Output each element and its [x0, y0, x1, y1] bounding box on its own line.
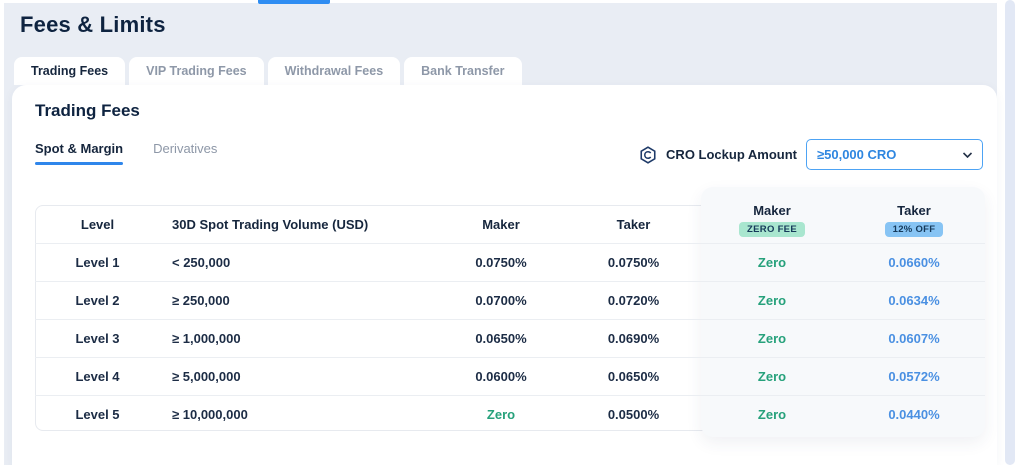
table-header-row: Level 30D Spot Trading Volume (USD) Make… [35, 203, 985, 243]
table-row: Level 1 < 250,000 0.0750% 0.0750% Zero 0… [35, 243, 985, 281]
cell-maker: Zero [486, 407, 516, 422]
trading-fees-card: Trading Fees Spot & Margin Derivatives C… [12, 85, 997, 465]
cro-hexagon-icon [639, 145, 657, 164]
cell-taker: 0.0500% [607, 407, 660, 422]
subtab-derivatives[interactable]: Derivatives [153, 141, 217, 165]
discount-badge: 12% OFF [884, 221, 944, 238]
cell-lockup-taker: 0.0572% [888, 369, 940, 384]
cell-volume: ≥ 10,000,000 [172, 407, 248, 422]
top-tab-indicator [258, 0, 330, 4]
cell-lockup-taker: 0.0660% [888, 255, 940, 270]
table-grid: Level 30D Spot Trading Volume (USD) Make… [35, 203, 985, 433]
table-row: Level 2 ≥ 250,000 0.0700% 0.0720% Zero 0… [35, 281, 985, 319]
cell-lockup-maker: Zero [757, 331, 787, 346]
header-level: Level [80, 216, 115, 232]
cro-lockup-selected-value: ≥50,000 CRO [817, 147, 897, 162]
cell-maker: 0.0650% [475, 331, 527, 346]
tab-vip-trading-fees[interactable]: VIP Trading Fees [129, 57, 264, 85]
cell-lockup-taker: 0.0634% [888, 293, 940, 308]
cell-maker: 0.0600% [475, 369, 527, 384]
cell-lockup-taker: 0.0440% [888, 407, 940, 422]
market-subtabs: Spot & Margin Derivatives [35, 141, 217, 165]
card-heading: Trading Fees [35, 101, 140, 120]
cell-taker: 0.0690% [607, 331, 660, 346]
cell-volume: ≥ 1,000,000 [172, 331, 241, 346]
cell-taker: 0.0650% [607, 369, 660, 384]
cell-taker: 0.0720% [607, 293, 660, 308]
tab-bank-transfer[interactable]: Bank Transfer [404, 57, 522, 85]
table-row: Level 4 ≥ 5,000,000 0.0600% 0.0650% Zero… [35, 357, 985, 395]
cell-taker: 0.0750% [607, 255, 660, 270]
chevron-down-icon [963, 151, 972, 158]
lockup-taker-label: Taker [897, 202, 931, 218]
cell-level: Level 4 [75, 369, 120, 384]
cell-lockup-maker: Zero [757, 293, 787, 308]
cell-maker: 0.0700% [475, 293, 527, 308]
cell-level: Level 3 [75, 331, 120, 346]
cell-maker: 0.0750% [475, 255, 527, 270]
header-volume: 30D Spot Trading Volume (USD) [172, 216, 369, 232]
header-lockup-maker: Maker ZERO FEE [701, 201, 843, 239]
zero-fee-badge: ZERO FEE [739, 221, 805, 238]
cell-lockup-taker: 0.0607% [888, 331, 940, 346]
header-maker: Maker [482, 216, 520, 232]
cell-level: Level 2 [75, 293, 120, 308]
cell-volume: ≥ 5,000,000 [172, 369, 241, 384]
fees-table: Level 30D Spot Trading Volume (USD) Make… [35, 187, 985, 437]
subtab-spot-margin[interactable]: Spot & Margin [35, 141, 124, 165]
cell-volume: < 250,000 [172, 255, 231, 270]
cell-lockup-maker: Zero [757, 369, 787, 384]
cro-lockup-control: CRO Lockup Amount ≥50,000 CRO [639, 139, 983, 170]
fees-tab-bar: Trading Fees VIP Trading Fees Withdrawal… [14, 57, 522, 85]
header-taker: Taker [616, 216, 651, 232]
tab-withdrawal-fees[interactable]: Withdrawal Fees [267, 57, 401, 85]
table-row: Level 3 ≥ 1,000,000 0.0650% 0.0690% Zero… [35, 319, 985, 357]
cell-level: Level 1 [75, 255, 120, 270]
tab-trading-fees[interactable]: Trading Fees [14, 57, 126, 85]
header-lockup-taker: Taker 12% OFF [843, 201, 985, 239]
page-title: Fees & Limits [20, 12, 166, 37]
cro-lockup-dropdown[interactable]: ≥50,000 CRO [806, 139, 983, 170]
cell-lockup-maker: Zero [757, 407, 787, 422]
cro-lockup-label: CRO Lockup Amount [666, 147, 797, 162]
cell-volume: ≥ 250,000 [172, 293, 230, 308]
table-row: Level 5 ≥ 10,000,000 Zero 0.0500% Zero 0… [35, 395, 985, 433]
vertical-scrollbar[interactable] [1005, 0, 1015, 465]
lockup-maker-label: Maker [753, 202, 791, 218]
cell-level: Level 5 [75, 407, 120, 422]
cell-lockup-maker: Zero [757, 255, 787, 270]
